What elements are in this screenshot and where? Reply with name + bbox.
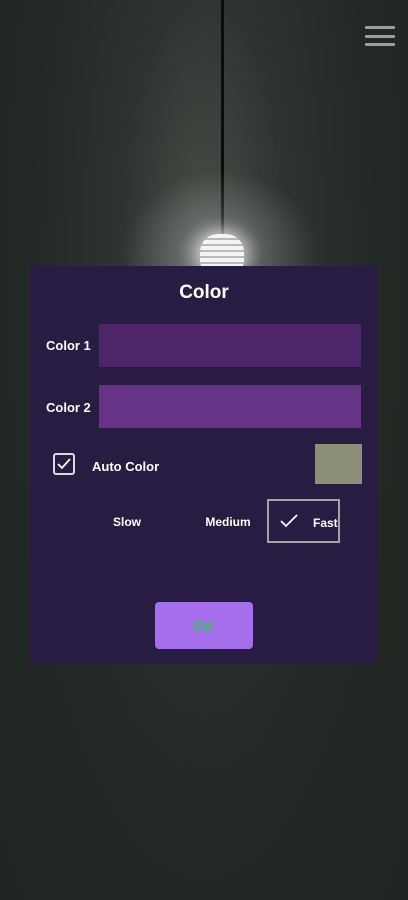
checkmark-icon [280, 514, 298, 528]
speed-option-fast[interactable]: Fast [267, 499, 340, 543]
checkmark-icon [57, 458, 71, 470]
color-dialog: Color Color 1 Color 2 Auto Color Slow Me… [30, 266, 378, 664]
light-bulb [200, 234, 244, 268]
auto-color-checkbox[interactable] [53, 453, 75, 475]
lamp-screen: Color Color 1 Color 2 Auto Color Slow Me… [0, 0, 408, 900]
speed-option-fast-label: Fast [313, 516, 338, 530]
color-1-swatch[interactable] [99, 324, 361, 367]
color-2-swatch[interactable] [99, 385, 361, 428]
auto-color-preview [315, 444, 362, 484]
speed-option-slow[interactable]: Slow [102, 515, 152, 529]
hamburger-menu-icon[interactable] [365, 26, 395, 46]
color-1-label: Color 1 [46, 338, 91, 353]
ok-button[interactable]: OK [155, 602, 253, 649]
dialog-title: Color [179, 282, 229, 303]
auto-color-label: Auto Color [92, 459, 160, 474]
speed-option-medium[interactable]: Medium [193, 515, 263, 529]
color-2-label: Color 2 [46, 400, 91, 415]
